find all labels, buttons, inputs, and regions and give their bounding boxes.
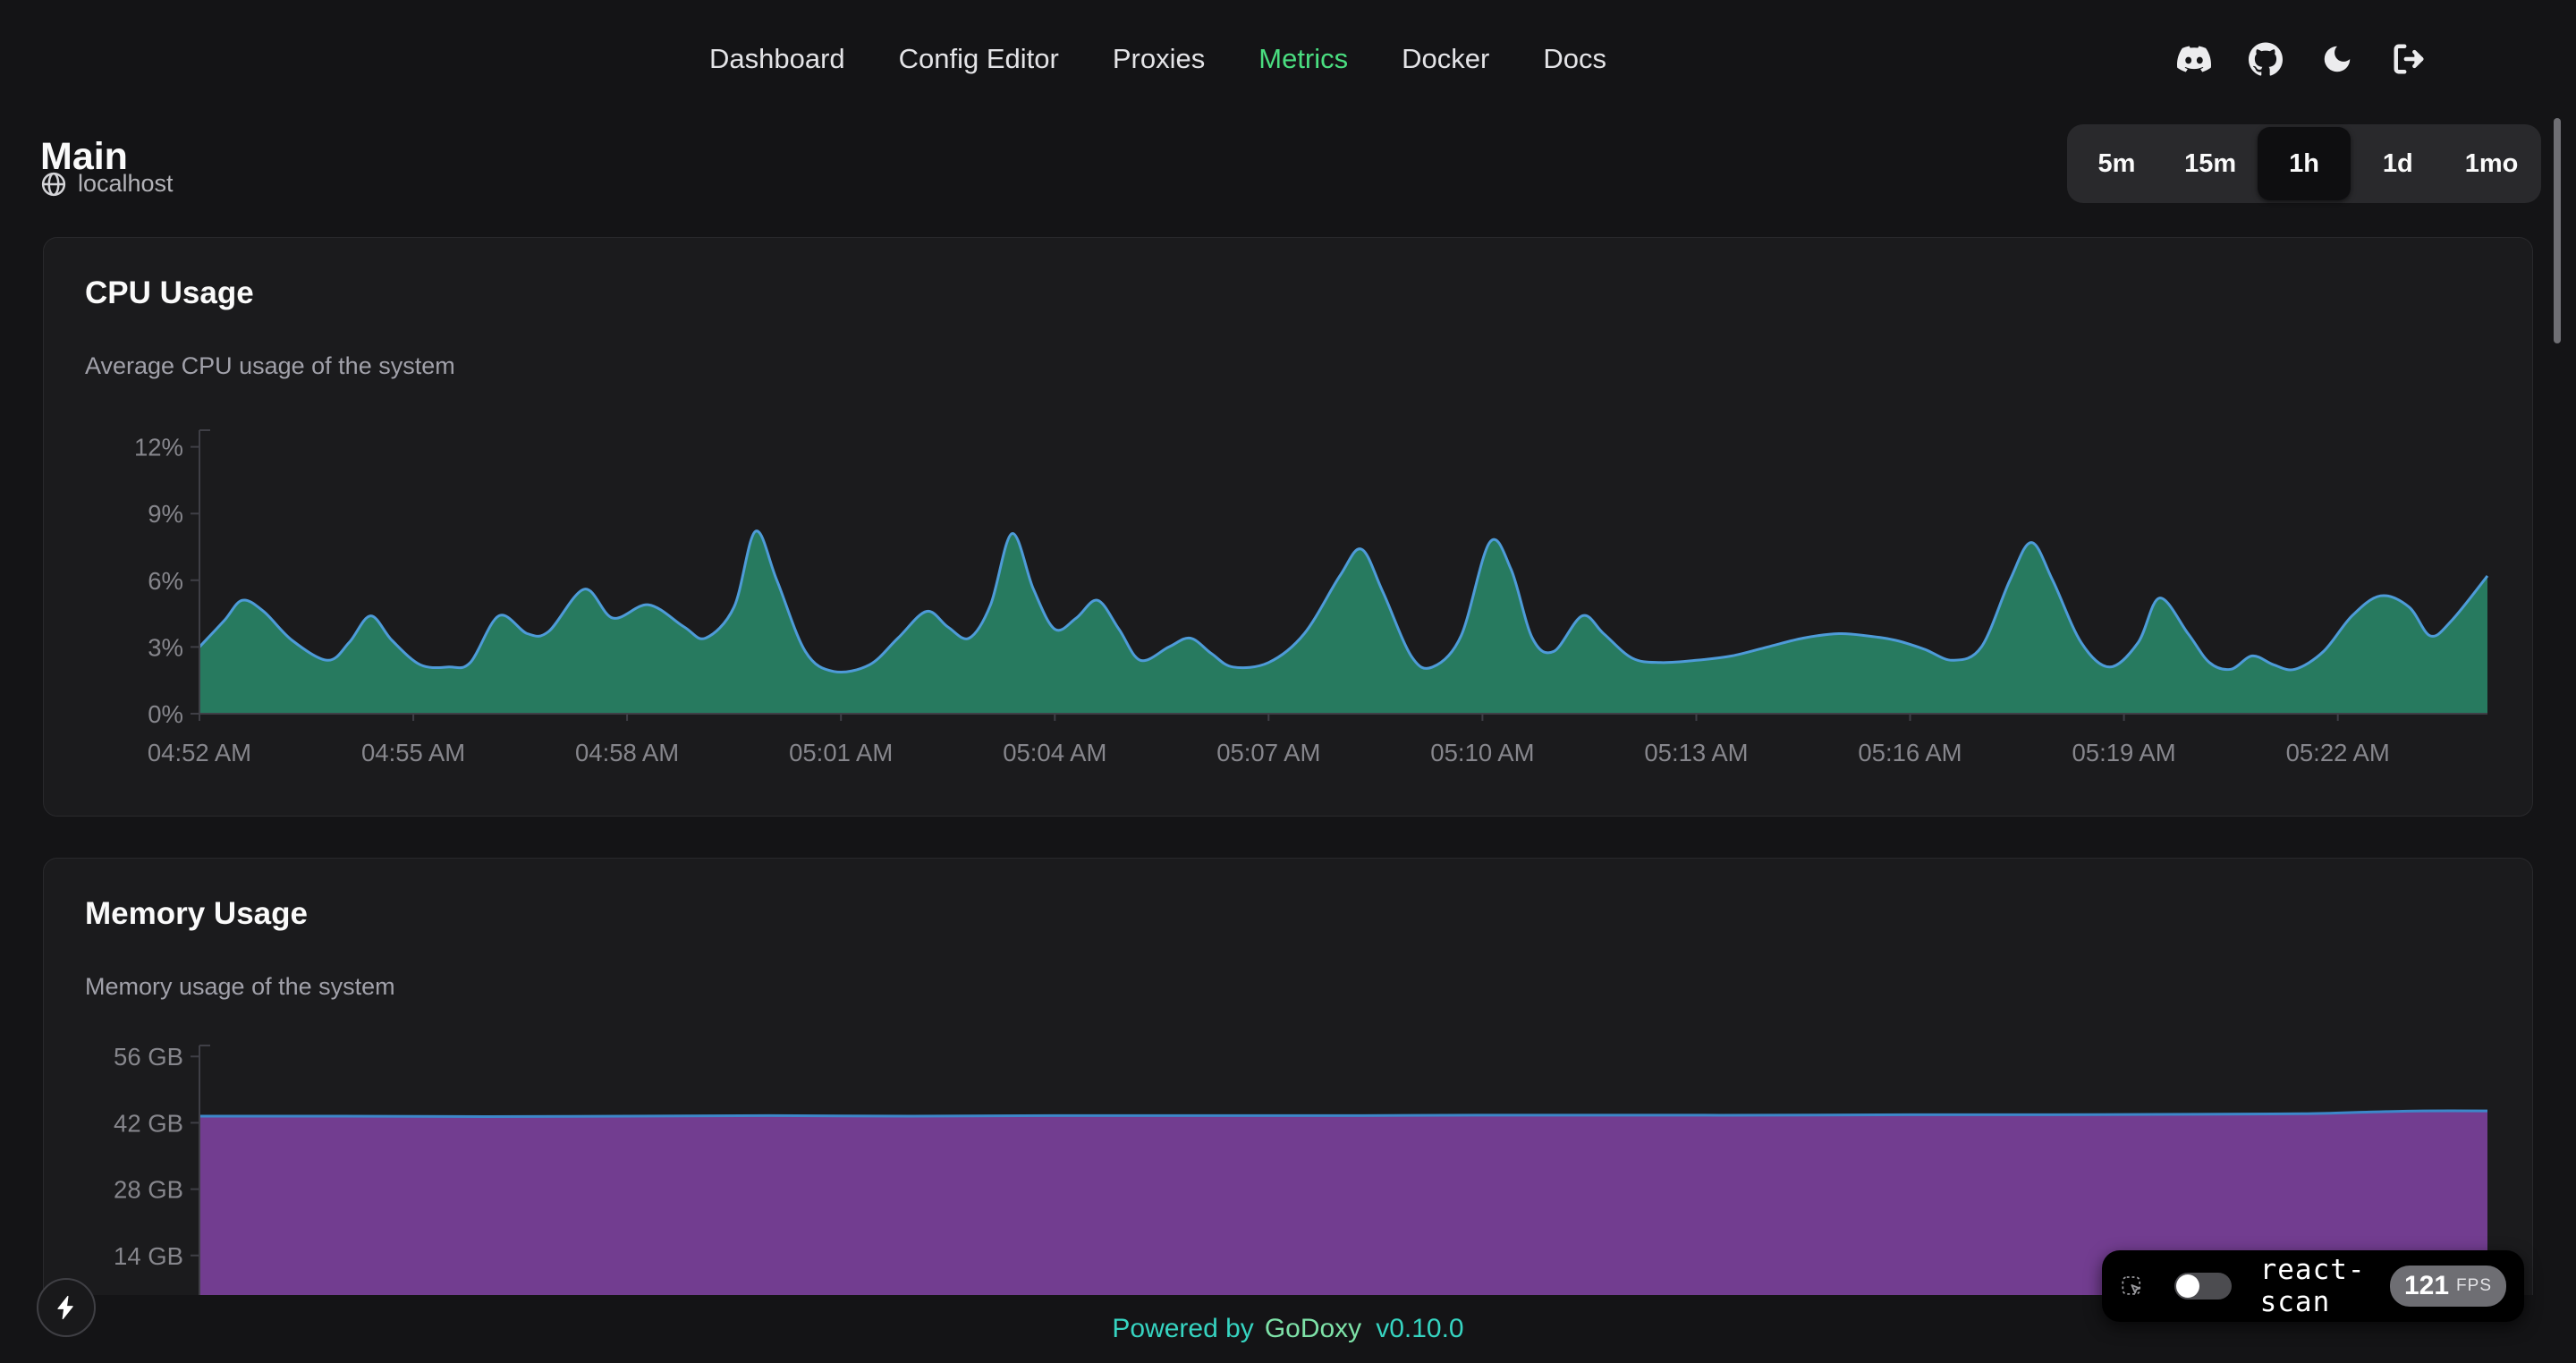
react-scan-widget[interactable]: react-scan 121 FPS <box>2102 1250 2524 1322</box>
quick-actions-button[interactable] <box>37 1278 96 1337</box>
svg-text:56 GB: 56 GB <box>114 1043 183 1071</box>
inspect-cursor-icon[interactable] <box>2120 1270 2144 1302</box>
svg-text:3%: 3% <box>148 633 183 661</box>
svg-text:04:52 AM: 04:52 AM <box>148 739 251 766</box>
logout-icon[interactable] <box>2391 41 2427 77</box>
svg-text:6%: 6% <box>148 567 183 595</box>
svg-text:04:58 AM: 04:58 AM <box>575 739 679 766</box>
toggle-knob <box>2176 1274 2199 1298</box>
svg-text:9%: 9% <box>148 500 183 528</box>
time-range-selector: 5m 15m 1h 1d 1mo <box>2067 124 2541 203</box>
memory-card-title: Memory Usage <box>85 896 308 932</box>
header-icon-row <box>2176 41 2427 77</box>
nav-item-proxies[interactable]: Proxies <box>1113 43 1205 75</box>
vertical-scrollbar-thumb[interactable] <box>2554 118 2561 343</box>
fps-badge: 121 FPS <box>2390 1266 2506 1307</box>
svg-text:05:04 AM: 05:04 AM <box>1003 739 1106 766</box>
cpu-card-subtitle: Average CPU usage of the system <box>85 352 455 380</box>
discord-icon[interactable] <box>2176 41 2212 77</box>
time-range-option-1h[interactable]: 1h <box>2258 127 2351 200</box>
time-range-option-5m[interactable]: 5m <box>2070 127 2164 200</box>
github-icon[interactable] <box>2248 41 2284 77</box>
svg-text:04:55 AM: 04:55 AM <box>361 739 465 766</box>
nav-item-metrics[interactable]: Metrics <box>1258 43 1348 75</box>
svg-text:05:07 AM: 05:07 AM <box>1216 739 1320 766</box>
footer-powered-by: Powered by <box>1112 1314 1253 1344</box>
react-scan-toggle[interactable] <box>2174 1273 2232 1300</box>
svg-text:05:01 AM: 05:01 AM <box>789 739 893 766</box>
globe-icon <box>40 171 67 198</box>
footer-brand-link[interactable]: GoDoxy <box>1265 1314 1361 1344</box>
time-range-option-1d[interactable]: 1d <box>2351 127 2445 200</box>
memory-card-subtitle: Memory usage of the system <box>85 973 395 1001</box>
top-nav: Dashboard Config Editor Proxies Metrics … <box>709 43 1606 75</box>
theme-moon-icon[interactable] <box>2319 41 2355 77</box>
app-screen: Dashboard Config Editor Proxies Metrics … <box>0 0 2576 1363</box>
time-range-option-1mo[interactable]: 1mo <box>2445 127 2538 200</box>
cpu-usage-chart: 12% 9% 6% 3% 0% 04:52 AM 04:55 AM 04:58 AM 05:01… <box>44 412 2534 788</box>
svg-text:0%: 0% <box>148 700 183 728</box>
svg-text:42 GB: 42 GB <box>114 1109 183 1137</box>
nav-item-docker[interactable]: Docker <box>1402 43 1489 75</box>
svg-text:14 GB: 14 GB <box>114 1242 183 1270</box>
react-scan-label: react-scan <box>2260 1254 2390 1318</box>
svg-text:05:16 AM: 05:16 AM <box>1858 739 1962 766</box>
host-row: localhost <box>40 170 174 198</box>
footer-version: v0.10.0 <box>1376 1314 1463 1344</box>
time-range-option-15m[interactable]: 15m <box>2164 127 2258 200</box>
svg-text:05:10 AM: 05:10 AM <box>1430 739 1534 766</box>
cpu-usage-card: CPU Usage Average CPU usage of the syste… <box>43 237 2533 817</box>
fps-value: 121 <box>2404 1271 2449 1301</box>
svg-text:05:19 AM: 05:19 AM <box>2072 739 2175 766</box>
svg-text:12%: 12% <box>134 434 183 461</box>
cpu-card-title: CPU Usage <box>85 275 254 311</box>
svg-text:05:13 AM: 05:13 AM <box>1644 739 1748 766</box>
lightning-icon <box>53 1294 80 1321</box>
nav-item-dashboard[interactable]: Dashboard <box>709 43 845 75</box>
svg-text:05:22 AM: 05:22 AM <box>2286 739 2390 766</box>
fps-unit: FPS <box>2456 1276 2492 1296</box>
svg-text:28 GB: 28 GB <box>114 1176 183 1204</box>
host-label: localhost <box>78 170 174 198</box>
nav-item-config-editor[interactable]: Config Editor <box>899 43 1059 75</box>
nav-item-docs[interactable]: Docs <box>1543 43 1606 75</box>
